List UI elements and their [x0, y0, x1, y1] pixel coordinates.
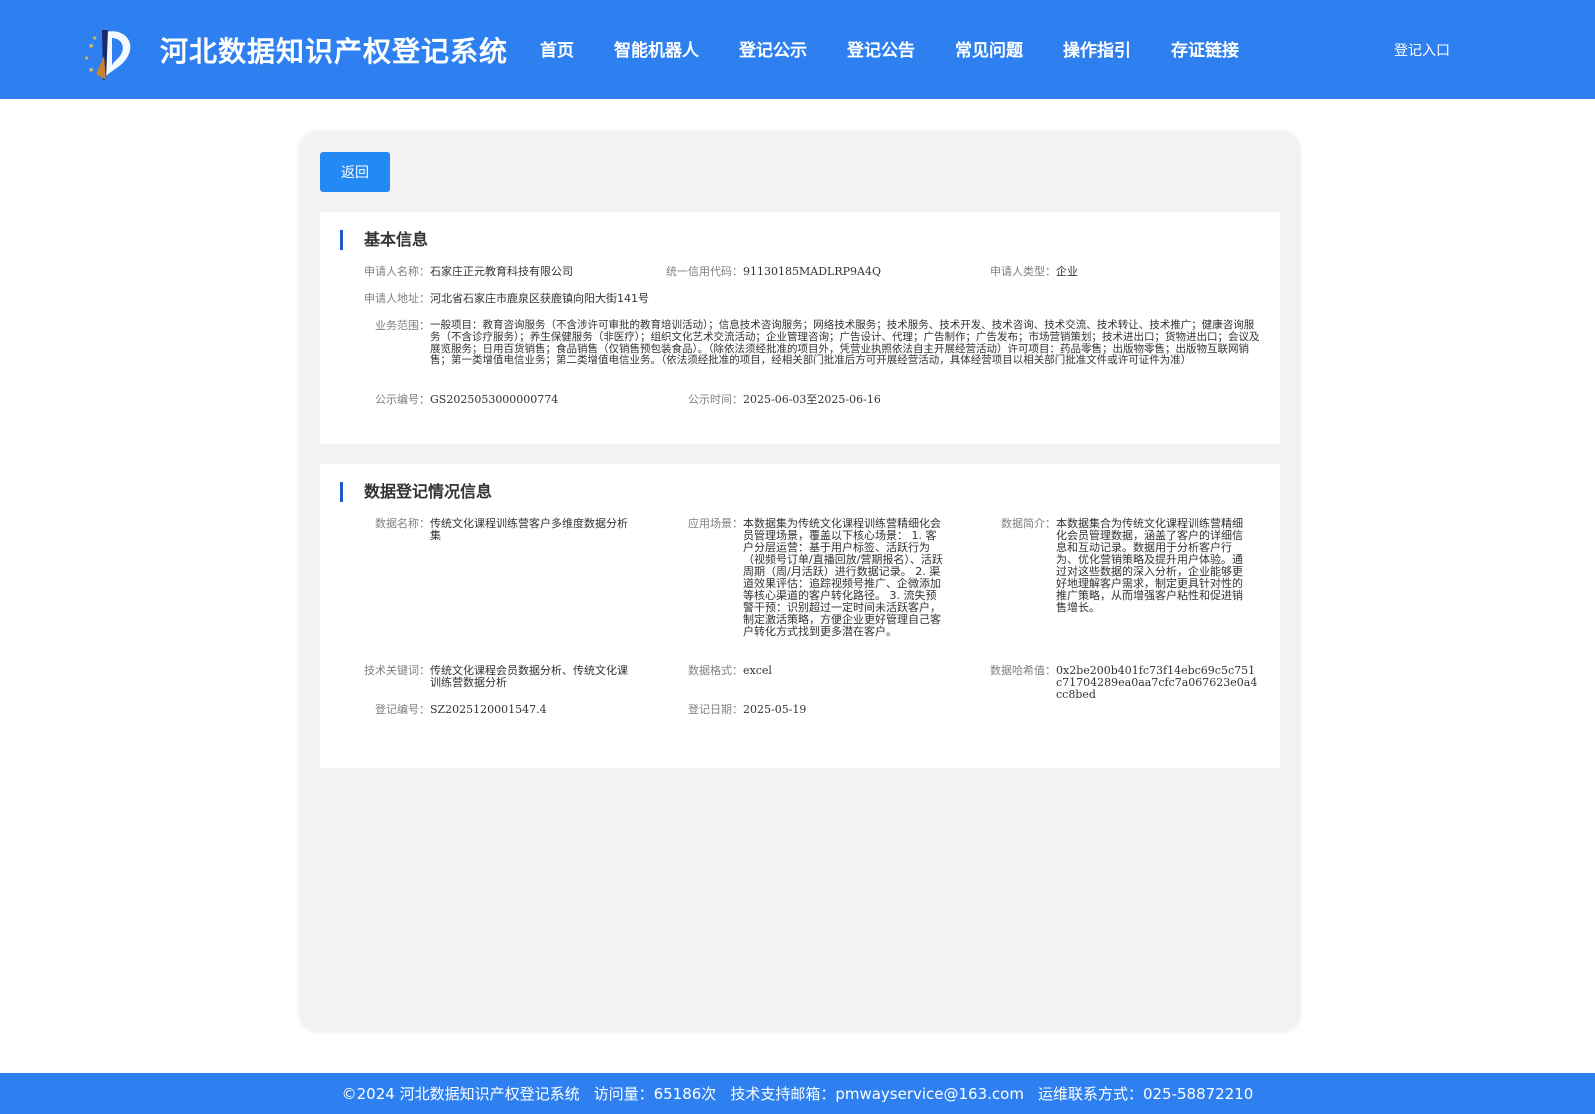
- address-value: 河北省石家庄市鹿泉区获鹿镇向阳大街141号: [430, 292, 649, 305]
- login-link[interactable]: 登记入口: [1394, 40, 1450, 60]
- summary-field: 数据简介： 本数据集合为传统文化课程训练营精细化会员管理数据，涵盖了客户的详细信…: [320, 518, 1280, 618]
- business-scope-label: 业务范围：: [375, 319, 430, 332]
- address-field: 申请人地址： 河北省石家庄市鹿泉区获鹿镇向阳大街141号: [320, 293, 1280, 307]
- data-registration-title: 数据登记情况信息: [340, 482, 492, 502]
- notice-time-field: 公示时间： 2025-06-03至2025-06-16: [320, 394, 1280, 408]
- site-title: 河北数据知识产权登记系统: [160, 35, 509, 68]
- address-label: 申请人地址：: [364, 292, 430, 305]
- nav-item-registration-announcement[interactable]: 登记公告: [847, 36, 915, 61]
- svg-text:★: ★: [88, 66, 94, 74]
- nav-item-faq[interactable]: 常见问题: [955, 36, 1023, 61]
- footer-copyright: ©2024 河北数据知识产权登记系统: [341, 1085, 580, 1103]
- top-header: ★ ★ ★ ★ 河北数据知识产权登记系统 首页 智能机器人 登记公示 登记公告 …: [0, 0, 1595, 99]
- notice-time-value: 2025-06-03至2025-06-16: [743, 393, 881, 406]
- hash-value: 0x2be200b401fc73f14ebc69c5c751c71704289e…: [1056, 664, 1258, 701]
- nav-item-evidence-link[interactable]: 存证链接: [1171, 36, 1239, 61]
- nav-item-home[interactable]: 首页: [540, 36, 574, 61]
- footer-visits: 访问量：65186次: [593, 1085, 717, 1103]
- reg-date-field: 登记日期： 2025-05-19: [320, 704, 1280, 718]
- svg-text:★: ★: [84, 55, 89, 62]
- notice-time-label: 公示时间：: [688, 393, 743, 406]
- svg-text:★: ★: [92, 35, 97, 42]
- basic-info-card: 基本信息 申请人名称： 石家庄正元教育科技有限公司 统一信用代码： 911301…: [320, 212, 1280, 444]
- site-logo-icon: ★ ★ ★ ★: [84, 30, 131, 80]
- footer-contact: 运维联系方式：025-58872210: [1037, 1085, 1254, 1103]
- reg-date-value: 2025-05-19: [743, 703, 807, 716]
- hash-field: 数据哈希值： 0x2be200b401fc73f14ebc69c5c751c71…: [320, 664, 1280, 701]
- nav-item-robot[interactable]: 智能机器人: [614, 36, 699, 61]
- page-footer: ©2024 河北数据知识产权登记系统 访问量：65186次 技术支持邮箱：pmw…: [0, 1073, 1595, 1114]
- summary-value: 本数据集合为传统文化课程训练营精细化会员管理数据，涵盖了客户的详细信息和互动记录…: [1056, 517, 1243, 614]
- summary-label: 数据简介：: [1001, 517, 1056, 530]
- business-scope-value: 一般项目：教育咨询服务（不含涉许可审批的教育培训活动）；信息技术咨询服务；网络技…: [430, 319, 1260, 367]
- hash-label: 数据哈希值：: [990, 664, 1056, 677]
- detail-panel: 返回 基本信息 申请人名称： 石家庄正元教育科技有限公司 统一信用代码： 911…: [300, 132, 1299, 1031]
- back-button[interactable]: 返回: [320, 152, 390, 192]
- nav-item-registration-publicity[interactable]: 登记公示: [739, 36, 807, 61]
- business-scope-field: 业务范围： 一般项目：教育咨询服务（不含涉许可审批的教育培训活动）；信息技术咨询…: [320, 319, 1280, 380]
- nav-item-guide[interactable]: 操作指引: [1063, 36, 1131, 61]
- reg-date-label: 登记日期：: [688, 703, 743, 716]
- applicant-type-field: 申请人类型： 企业: [320, 266, 1280, 280]
- basic-info-title: 基本信息: [340, 230, 428, 250]
- applicant-type-label: 申请人类型：: [990, 265, 1056, 278]
- applicant-type-value: 企业: [1056, 265, 1078, 278]
- svg-text:★: ★: [88, 42, 94, 50]
- data-registration-card: 数据登记情况信息 数据名称： 传统文化课程训练营客户多维度数据分析集 应用场景：…: [320, 464, 1280, 768]
- footer-email: 技术支持邮箱：pmwayservice@163.com: [730, 1085, 1024, 1103]
